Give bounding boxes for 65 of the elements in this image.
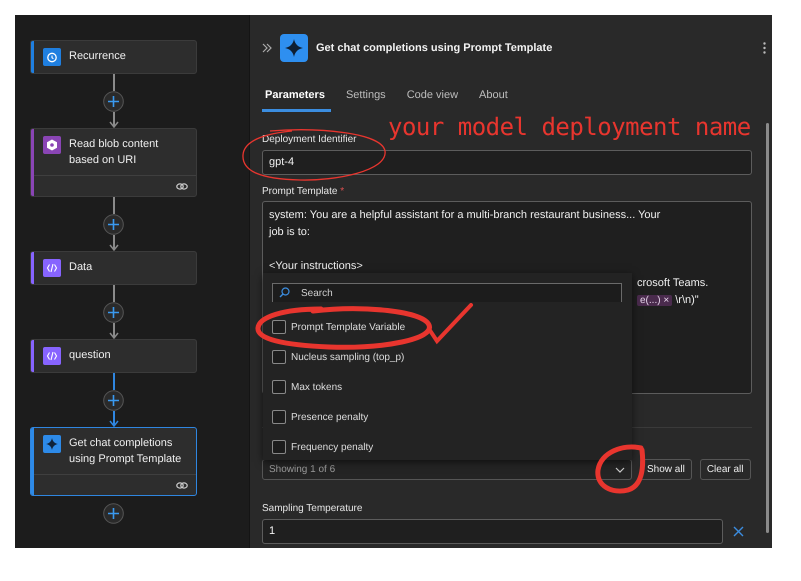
annotation-check-mark bbox=[427, 303, 475, 345]
collapse-icon[interactable] bbox=[262, 43, 272, 53]
checkbox[interactable] bbox=[272, 380, 286, 394]
panel-title: Get chat completions using Prompt Template bbox=[316, 42, 554, 54]
parameters-dropdown[interactable]: Showing 1 of 6 bbox=[262, 459, 632, 480]
checkbox[interactable] bbox=[272, 350, 286, 364]
connector-arrow bbox=[108, 323, 118, 339]
field-label: Prompt Template bbox=[262, 186, 338, 197]
connector-line bbox=[112, 197, 114, 214]
add-step-icon[interactable] bbox=[103, 91, 124, 112]
field-label: Sampling Temperature bbox=[262, 503, 364, 515]
variable-icon bbox=[43, 259, 61, 277]
action-card[interactable]: Data bbox=[30, 251, 197, 285]
connector-arrow bbox=[108, 235, 118, 251]
variable-icon bbox=[43, 347, 61, 365]
action-title: Read blob content based on URI bbox=[69, 137, 160, 168]
action-card[interactable]: Recurrence bbox=[30, 40, 197, 74]
action-card[interactable]: Read blob content based on URI bbox=[30, 128, 197, 197]
connector-line bbox=[112, 285, 114, 302]
add-step-icon[interactable] bbox=[103, 214, 124, 235]
checkbox[interactable] bbox=[272, 410, 286, 424]
tab[interactable]: Code view bbox=[404, 83, 464, 112]
action-title: question bbox=[69, 348, 111, 363]
search-field[interactable]: Search bbox=[272, 283, 622, 302]
checkbox[interactable] bbox=[272, 440, 286, 454]
prompt-text: <Your instructions> bbox=[269, 259, 364, 274]
add-step-icon[interactable] bbox=[103, 503, 124, 524]
parameter-option[interactable]: Prompt Template Variable bbox=[272, 312, 406, 342]
search-icon bbox=[279, 287, 290, 298]
alarm-clock-icon bbox=[43, 48, 61, 66]
add-step-icon[interactable] bbox=[103, 390, 124, 411]
sparkle-icon bbox=[280, 34, 308, 62]
add-step-icon[interactable] bbox=[103, 302, 124, 323]
tab[interactable]: Settings bbox=[342, 83, 392, 112]
parameter-option[interactable]: Presence penalty bbox=[272, 402, 368, 432]
close-icon[interactable] bbox=[733, 526, 744, 537]
clear-all-button[interactable]: Clear all bbox=[700, 459, 750, 480]
input-field[interactable]: gpt-4 bbox=[262, 150, 752, 175]
chevron-icon bbox=[615, 466, 625, 472]
parameter-option[interactable]: Nucleus sampling (top_p) bbox=[272, 342, 404, 372]
connector-line bbox=[112, 373, 114, 390]
prompt-text: \r\n)" bbox=[675, 294, 699, 306]
checkbox[interactable] bbox=[272, 320, 286, 334]
action-title: Data bbox=[69, 260, 92, 275]
prompt-text: crosoft Teams. bbox=[637, 277, 708, 289]
action-title: Recurrence bbox=[69, 49, 126, 64]
field-label: Deployment Identifier bbox=[262, 134, 358, 146]
more-options-icon[interactable] bbox=[763, 42, 766, 54]
action-title: Get chat completions using Prompt Template bbox=[69, 436, 182, 467]
required-mark: * bbox=[340, 186, 344, 197]
prompt-text: system: You are a helpful assistant for a multi-branch restaurant business... Your job is to: bbox=[269, 208, 662, 240]
parameter-option[interactable]: Frequency penalty bbox=[272, 432, 374, 462]
action-card[interactable]: Get chat completions using Prompt Template bbox=[30, 427, 197, 496]
show-all-button[interactable]: Show all bbox=[640, 459, 692, 480]
input-field[interactable]: 1 bbox=[262, 519, 723, 544]
expression-token[interactable]: e(...) × bbox=[637, 295, 672, 306]
tab[interactable]: About bbox=[476, 83, 514, 112]
scrollbar[interactable] bbox=[766, 123, 769, 533]
tab[interactable]: Parameters bbox=[262, 83, 331, 112]
connector-line bbox=[112, 74, 114, 91]
action-card[interactable]: question bbox=[30, 339, 197, 373]
sparkle-icon bbox=[43, 435, 61, 453]
annotation-note: your model deployment name bbox=[388, 113, 751, 141]
connector-arrow bbox=[108, 112, 118, 128]
connector-arrow bbox=[108, 411, 118, 427]
